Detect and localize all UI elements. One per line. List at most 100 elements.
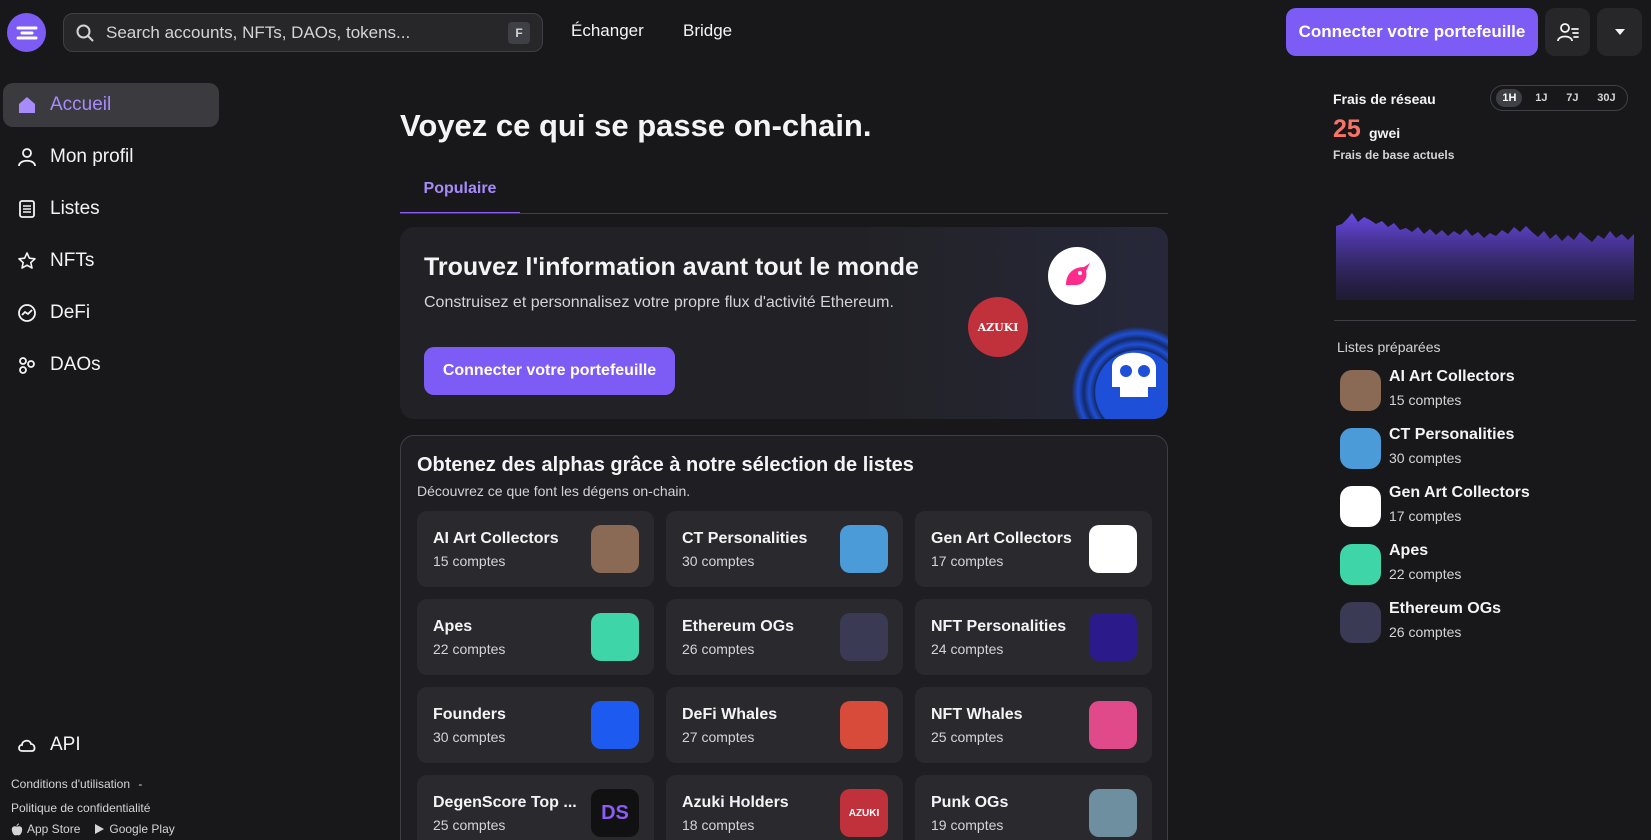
list-tile[interactable]: Ethereum OGs 26 comptes	[666, 599, 903, 675]
prepared-list-count: 15 comptes	[1389, 392, 1462, 408]
sidebar-item-label: Mon profil	[50, 146, 134, 167]
list-tile-count: 25 comptes	[931, 729, 1004, 745]
user-settings-icon	[1556, 23, 1579, 42]
range-1d[interactable]: 1J	[1529, 89, 1553, 107]
list-tile[interactable]: Azuki Holders 18 comptes AZUKI	[666, 775, 903, 840]
list-tile-name: Founders	[433, 706, 506, 723]
list-tile-count: 24 comptes	[931, 641, 1004, 657]
footer-links: Conditions d'utilisation -	[11, 777, 142, 791]
list-tile-thumbnail	[840, 613, 888, 661]
unicorn-logo	[1048, 247, 1106, 305]
prepared-list-item[interactable]: Gen Art Collectors 17 comptes	[1340, 482, 1640, 528]
prepared-list-name: Gen Art Collectors	[1389, 484, 1530, 501]
hero-connect-button[interactable]: Connecter votre portefeuille	[424, 347, 675, 395]
play-icon	[94, 823, 105, 835]
prepared-list-name: CT Personalities	[1389, 426, 1515, 443]
search-input[interactable]	[106, 22, 508, 43]
network-fee-title: Frais de réseau	[1333, 91, 1436, 107]
list-tile[interactable]: AI Art Collectors 15 comptes	[417, 511, 654, 587]
menu-dropdown-button[interactable]	[1597, 8, 1642, 56]
list-tile-thumbnail: AZUKI	[840, 789, 888, 837]
prepared-list-item[interactable]: Ethereum OGs 26 comptes	[1340, 598, 1640, 644]
list-tile-count: 25 comptes	[433, 817, 506, 833]
range-30d[interactable]: 30J	[1591, 89, 1621, 107]
list-icon	[16, 198, 38, 220]
list-tile[interactable]: Gen Art Collectors 17 comptes	[915, 511, 1152, 587]
list-tile-thumbnail	[1089, 525, 1137, 573]
list-tile-thumbnail	[1089, 789, 1137, 837]
panel-divider	[1334, 320, 1636, 321]
settings-button[interactable]	[1545, 8, 1590, 56]
list-tile-count: 30 comptes	[682, 553, 755, 569]
unicorn-icon	[1066, 263, 1090, 285]
list-tile[interactable]: CT Personalities 30 comptes	[666, 511, 903, 587]
azuki-logo: AZUKI	[968, 297, 1028, 357]
sidebar-item-profile[interactable]: Mon profil	[3, 135, 219, 179]
list-tile-count: 17 comptes	[931, 553, 1004, 569]
list-tile-thumbnail	[591, 613, 639, 661]
gas-fee-area	[1336, 213, 1634, 300]
nav-bridge[interactable]: Bridge	[683, 21, 732, 41]
prepared-list-name: Ethereum OGs	[1389, 600, 1502, 617]
sidebar-item-daos[interactable]: DAOs	[3, 343, 219, 387]
sidebar-item-home[interactable]: Accueil	[3, 83, 219, 127]
list-tile-count: 27 comptes	[682, 729, 755, 745]
privacy-link[interactable]: Politique de confidentialité	[11, 801, 150, 815]
list-tile-thumbnail	[1089, 701, 1137, 749]
list-tile-count: 18 comptes	[682, 817, 755, 833]
app-links: App Store Google Play	[11, 822, 175, 836]
prepared-list-name: AI Art Collectors	[1389, 368, 1515, 385]
sidebar-item-nfts[interactable]: NFTs	[3, 239, 219, 283]
curated-lists-card: Obtenez des alphas grâce à notre sélecti…	[400, 435, 1168, 840]
cloud-icon	[16, 734, 38, 756]
range-7d[interactable]: 7J	[1560, 89, 1584, 107]
list-tile-count: 30 comptes	[433, 729, 506, 745]
search-icon	[76, 24, 94, 41]
list-tile-count: 26 comptes	[682, 641, 755, 657]
list-tile-thumbnail	[1089, 613, 1137, 661]
list-tile-thumbnail	[591, 525, 639, 573]
app-logo[interactable]	[7, 13, 46, 52]
nav-swap[interactable]: Échanger	[571, 21, 644, 41]
sidebar-item-defi[interactable]: DeFi	[3, 291, 219, 335]
bored-ape-logo	[1072, 327, 1168, 419]
star-icon	[16, 250, 38, 272]
terms-link[interactable]: Conditions d'utilisation	[11, 777, 130, 791]
list-tile[interactable]: NFT Whales 25 comptes	[915, 687, 1152, 763]
google-play-link[interactable]: Google Play	[109, 822, 174, 836]
prepared-list-item[interactable]: AI Art Collectors 15 comptes	[1340, 366, 1640, 412]
sidebar-item-lists[interactable]: Listes	[3, 187, 219, 231]
sidebar-item-label: Listes	[50, 198, 100, 219]
list-tile[interactable]: NFT Personalities 24 comptes	[915, 599, 1152, 675]
sidebar-item-label: DeFi	[50, 302, 91, 323]
range-1h[interactable]: 1H	[1496, 89, 1523, 107]
sidebar-item-label: API	[50, 734, 81, 755]
connect-wallet-button[interactable]: Connecter votre portefeuille	[1286, 8, 1538, 56]
tab-popular[interactable]: Populaire	[400, 178, 520, 214]
user-icon	[16, 146, 38, 168]
list-tile[interactable]: Punk OGs 19 comptes	[915, 775, 1152, 840]
apple-icon	[11, 823, 23, 836]
prepared-list-item[interactable]: Apes 22 comptes	[1340, 540, 1640, 586]
prepared-list-count: 26 comptes	[1389, 624, 1462, 640]
prepared-list-item[interactable]: CT Personalities 30 comptes	[1340, 424, 1640, 470]
list-tile-name: Azuki Holders	[682, 794, 789, 811]
chevron-down-icon	[1614, 29, 1625, 35]
list-tile-name: AI Art Collectors	[433, 530, 559, 547]
lists-title: Obtenez des alphas grâce à notre sélecti…	[417, 454, 914, 476]
list-tile-name: DeFi Whales	[682, 706, 778, 723]
hero-card: Trouvez l'information avant tout le mond…	[400, 227, 1168, 419]
prepared-list-count: 30 comptes	[1389, 450, 1462, 466]
list-tile[interactable]: Apes 22 comptes	[417, 599, 654, 675]
list-tile-name: Gen Art Collectors	[931, 530, 1072, 547]
list-tile[interactable]: DeFi Whales 27 comptes	[666, 687, 903, 763]
search-bar[interactable]: F	[63, 13, 543, 52]
tab-divider	[400, 213, 1168, 214]
fee-range-selector: 1H 1J 7J 30J	[1490, 85, 1628, 111]
prepared-list-name: Apes	[1389, 542, 1429, 559]
app-store-link[interactable]: App Store	[27, 822, 80, 836]
list-tile[interactable]: Founders 30 comptes	[417, 687, 654, 763]
sidebar-item-api[interactable]: API	[3, 723, 219, 767]
list-tile[interactable]: DegenScore Top ... 25 comptes DS	[417, 775, 654, 840]
fee-caption: Frais de base actuels	[1333, 148, 1455, 162]
